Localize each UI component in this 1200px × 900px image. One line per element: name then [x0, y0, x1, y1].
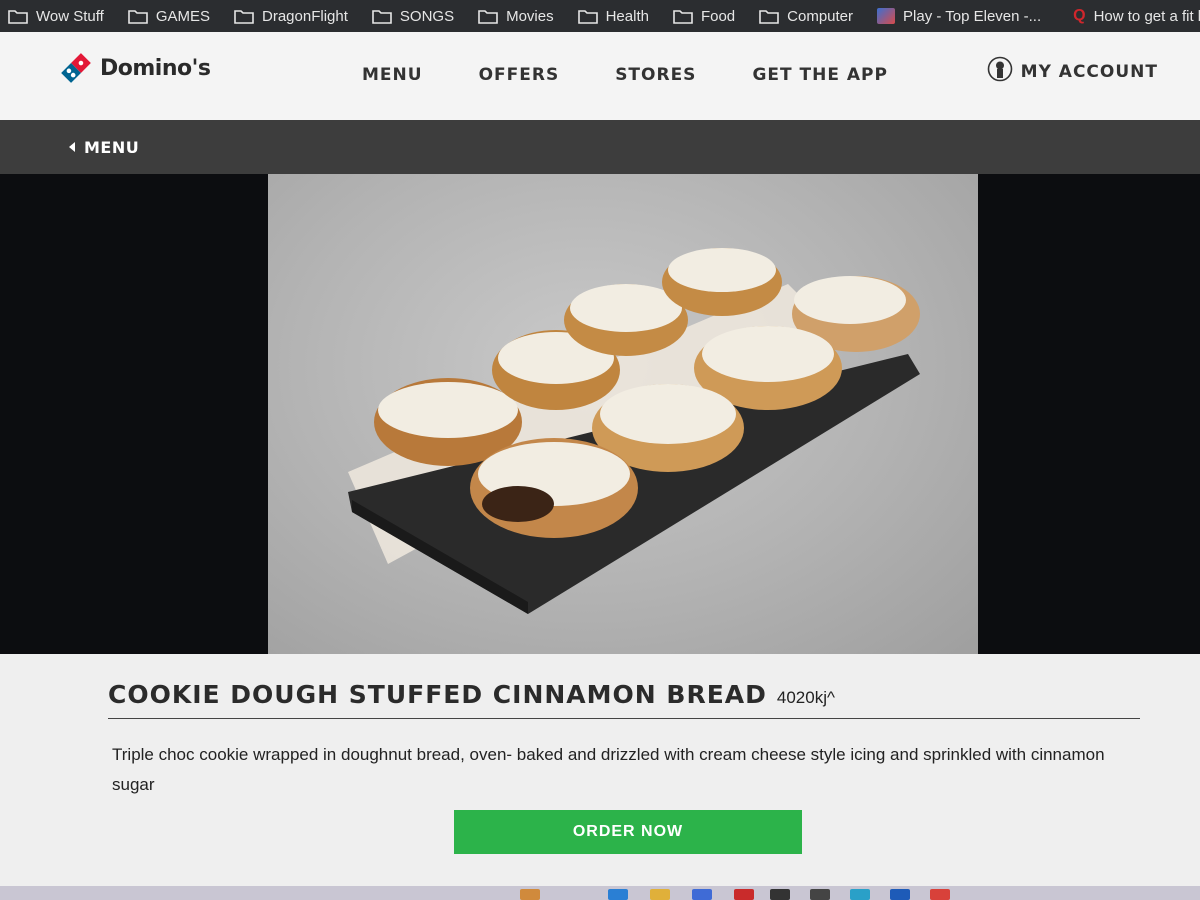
nav-offers[interactable]: OFFERS: [479, 65, 560, 85]
nav-get-the-app[interactable]: GET THE APP: [752, 65, 888, 85]
bookmark-label: How to get a fit bo: [1093, 7, 1200, 25]
taskbar-app-icon[interactable]: [850, 889, 870, 900]
bookmark-label: GAMES: [155, 7, 210, 25]
caret-left-icon: [68, 138, 76, 157]
bookmark-label: Health: [605, 7, 649, 25]
order-now-button[interactable]: ORDER NOW: [454, 810, 802, 854]
bookmark-dragonflight[interactable]: DragonFlight: [234, 8, 348, 25]
taskbar-app-icon[interactable]: [650, 889, 670, 900]
game-favicon: [877, 8, 896, 24]
bookmarks-bar: Wow Stuff GAMES DragonFlight SONGS Movie…: [0, 0, 1200, 32]
sub-navigation: MENU: [0, 120, 1200, 174]
bookmark-games[interactable]: GAMES: [128, 8, 210, 25]
bookmark-label: Food: [700, 7, 736, 25]
top-navigation: Domino's MENU OFFERS STORES GET THE APP …: [0, 32, 1200, 120]
bookmark-food[interactable]: Food: [673, 8, 735, 25]
nav-menu[interactable]: MENU: [362, 65, 423, 85]
folder-icon: [372, 9, 392, 24]
hero-section: [0, 174, 1200, 654]
taskbar-app-icon[interactable]: [608, 889, 628, 900]
bookmark-songs[interactable]: SONGS: [372, 8, 454, 25]
brand-name: Domino's: [100, 55, 211, 81]
main-nav-links: MENU OFFERS STORES GET THE APP: [362, 65, 888, 85]
bookmark-top-eleven[interactable]: Play - Top Eleven -...: [877, 8, 1041, 25]
dominos-logo[interactable]: Domino's: [60, 52, 211, 84]
cinnamon-roll: [470, 438, 638, 538]
bookmark-label: SONGS: [399, 7, 455, 25]
folder-icon: [673, 9, 693, 24]
account-icon: [987, 56, 1013, 87]
folder-icon: [234, 9, 254, 24]
taskbar-app-icon[interactable]: [810, 889, 830, 900]
account-label: MY ACCOUNT: [1020, 61, 1158, 82]
bookmark-movies[interactable]: Movies: [478, 8, 554, 25]
product-description: Triple choc cookie wrapped in doughnut b…: [112, 745, 1105, 794]
domino-tile-icon: [60, 52, 92, 84]
product-info: COOKIE DOUGH STUFFED CINNAMON BREAD 4020…: [0, 654, 1200, 900]
folder-icon: [478, 9, 498, 24]
title-divider: [108, 718, 1140, 719]
taskbar-app-icon[interactable]: [520, 889, 540, 900]
bookmark-label: Computer: [787, 7, 854, 25]
product-title-row: COOKIE DOUGH STUFFED CINNAMON BREAD 4020…: [108, 680, 835, 709]
taskbar-app-icon[interactable]: [770, 889, 790, 900]
my-account-link[interactable]: MY ACCOUNT: [987, 56, 1158, 87]
taskbar-app-icon[interactable]: [890, 889, 910, 900]
taskbar-app-icon[interactable]: [930, 889, 950, 900]
taskbar-app-icon[interactable]: [692, 889, 712, 900]
folder-icon: [577, 9, 598, 24]
bookmark-label: Movies: [506, 7, 554, 25]
taskbar-app-icon[interactable]: [734, 889, 754, 900]
cinnamon-roll: [662, 248, 782, 316]
back-menu-label: MENU: [84, 137, 140, 157]
folder-icon: [8, 9, 28, 24]
bookmark-computer[interactable]: Computer: [759, 8, 853, 25]
bookmark-quora[interactable]: Q How to get a fit bo: [1073, 7, 1200, 25]
nav-stores[interactable]: STORES: [615, 65, 696, 85]
bookmark-health[interactable]: Health: [577, 7, 649, 25]
bookmark-label: Wow Stuff: [36, 7, 104, 25]
product-title: COOKIE DOUGH STUFFED CINNAMON BREAD: [108, 680, 767, 709]
product-energy: 4020kj^: [776, 688, 835, 707]
back-to-menu-link[interactable]: MENU: [68, 138, 139, 157]
folder-icon: [128, 9, 148, 24]
taskbar: [0, 886, 1200, 900]
folder-icon: [759, 9, 779, 24]
bookmark-wow-stuff[interactable]: Wow Stuff: [8, 8, 104, 25]
quora-favicon: Q: [1073, 7, 1086, 24]
bookmark-label: DragonFlight: [262, 7, 348, 25]
bookmark-label: Play - Top Eleven -...: [903, 7, 1042, 25]
product-image: [268, 174, 978, 654]
